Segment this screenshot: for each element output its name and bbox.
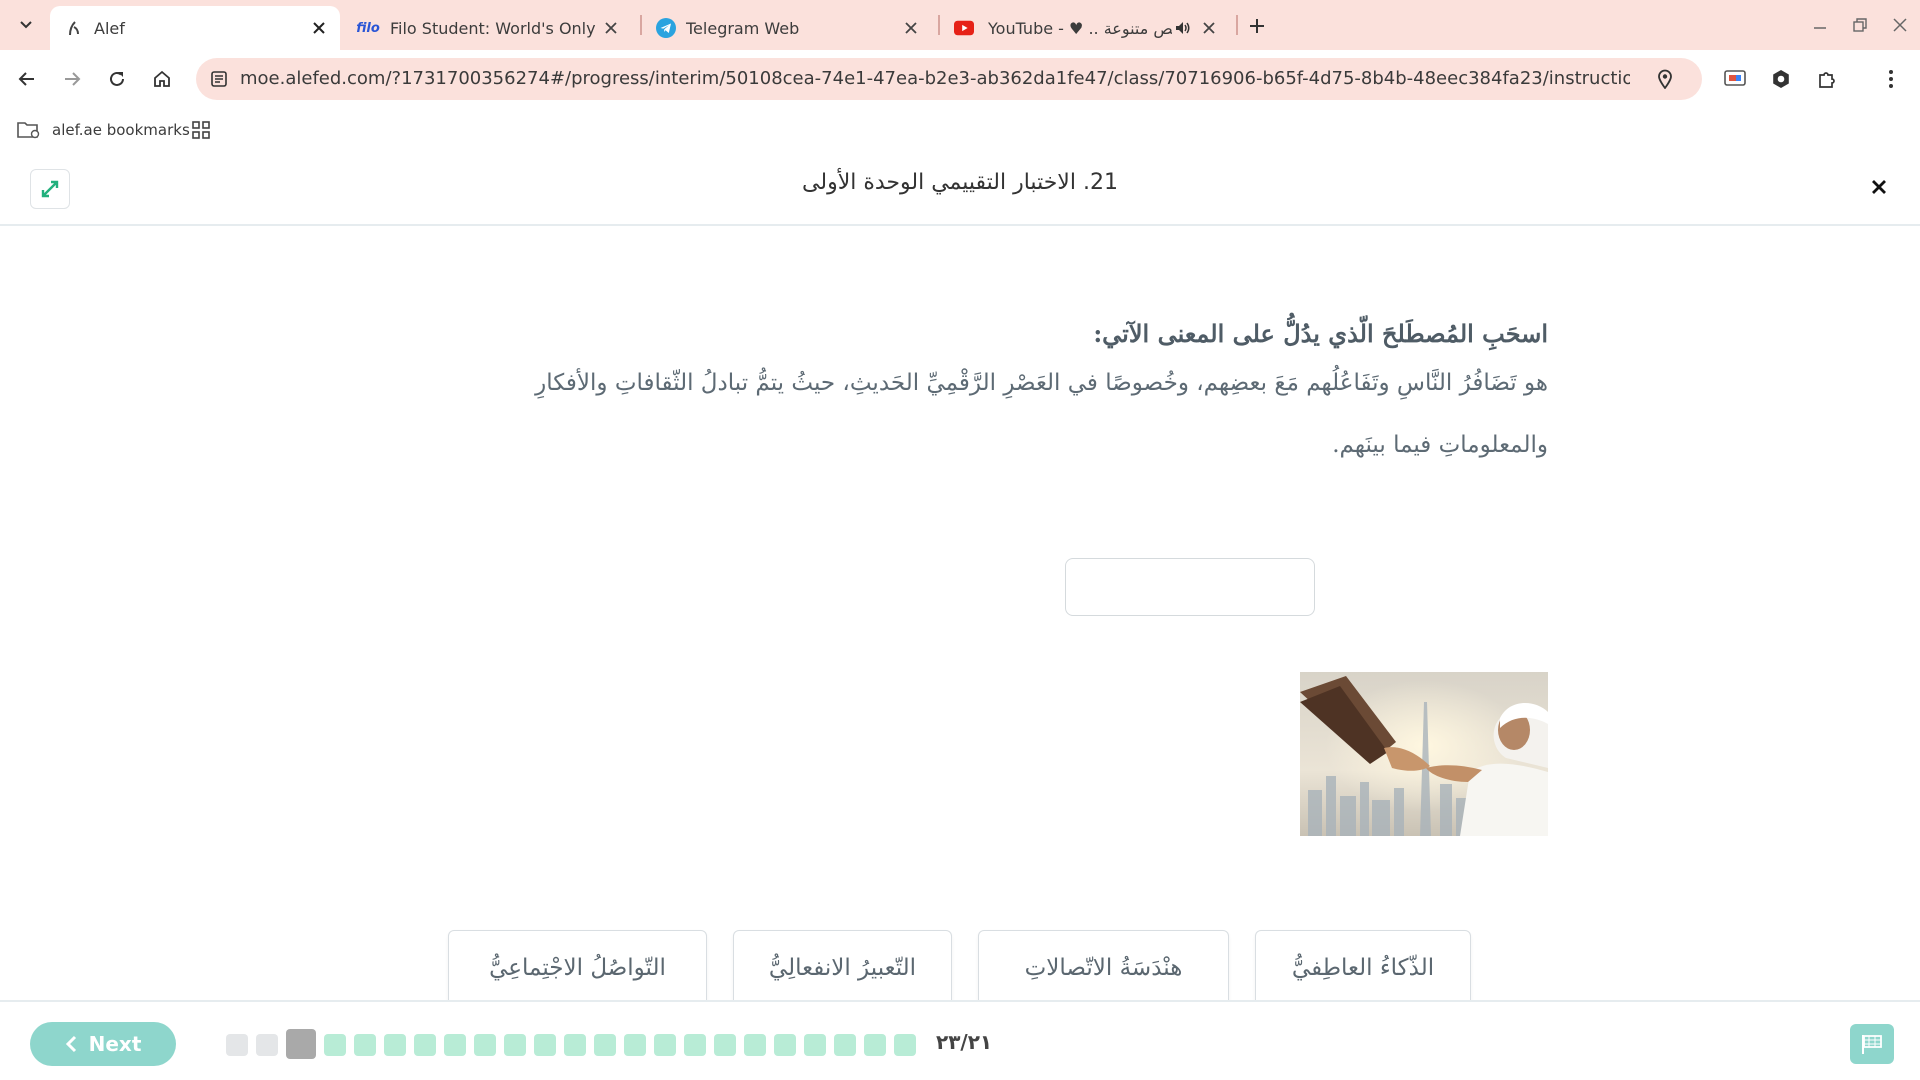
progress-dot-5[interactable] bbox=[774, 1034, 796, 1056]
bookmarks-bar: alef.ae bookmarks bbox=[0, 108, 1920, 152]
choice-card[interactable]: التّواصُلُ الاجْتِماعِيُّ bbox=[448, 930, 707, 1006]
progress-dot-3[interactable] bbox=[834, 1034, 856, 1056]
home-button[interactable] bbox=[145, 62, 179, 96]
home-icon bbox=[154, 70, 170, 87]
progress-dot-16[interactable] bbox=[444, 1034, 466, 1056]
back-button[interactable] bbox=[10, 62, 44, 96]
filo-favicon-icon: filo bbox=[356, 20, 380, 36]
close-tab-icon[interactable] bbox=[308, 17, 330, 39]
choice-card[interactable]: الذّكاءُ العاطِفيُّ bbox=[1255, 930, 1471, 1006]
close-tab-icon[interactable] bbox=[600, 17, 622, 39]
arrow-left-icon bbox=[18, 72, 34, 86]
tab-title: Telegram Web bbox=[686, 18, 800, 38]
progress-dot-10[interactable] bbox=[624, 1034, 646, 1056]
reload-button[interactable] bbox=[100, 62, 134, 96]
progress-counter: ٢٣/٢١ bbox=[936, 1030, 993, 1054]
extension-gear-icon[interactable] bbox=[1766, 64, 1796, 94]
progress-dot-13[interactable] bbox=[534, 1034, 556, 1056]
close-tab-icon[interactable] bbox=[1198, 17, 1220, 39]
restore-button[interactable] bbox=[1846, 12, 1874, 38]
close-lesson-button[interactable] bbox=[1864, 172, 1894, 202]
progress-dot-14[interactable] bbox=[504, 1034, 526, 1056]
tab-alef[interactable]: Alef bbox=[50, 6, 340, 50]
new-tab-button[interactable] bbox=[1244, 13, 1270, 39]
tab-telegram[interactable]: Telegram Web bbox=[642, 6, 932, 50]
choice-card[interactable]: هنْدَسَةُ الاتّصالاتِ bbox=[978, 930, 1229, 1006]
youtube-favicon-icon bbox=[954, 18, 974, 38]
question-block: اسحَبِ المُصطَلحَ الّذي يدُلُّ على المعن… bbox=[448, 310, 1548, 470]
tab-search-button[interactable] bbox=[10, 9, 41, 40]
chevron-down-icon bbox=[19, 20, 32, 28]
browser-toolbar: moe.alefed.com/?1731700356274#/progress/… bbox=[0, 50, 1920, 108]
question-text-line-2: والمعلوماتِ فيما بينَهم. bbox=[1332, 432, 1548, 458]
progress-dot-8[interactable] bbox=[684, 1034, 706, 1056]
tab-youtube[interactable]: YouTube - ♥ .. قصص متنوعة bbox=[940, 6, 1230, 50]
site-info-icon[interactable] bbox=[206, 66, 232, 92]
arrow-right-icon bbox=[65, 72, 81, 86]
bookmark-label: alef.ae bookmarks bbox=[52, 121, 190, 139]
chevron-left-icon bbox=[65, 1035, 77, 1053]
reload-icon bbox=[110, 71, 124, 86]
apps-grid-icon[interactable] bbox=[190, 119, 212, 141]
bookmark-folder[interactable]: alef.ae bookmarks bbox=[16, 116, 190, 144]
progress-dot-17[interactable] bbox=[414, 1034, 436, 1056]
tab-filo[interactable]: filo Filo Student: World's Only Live I bbox=[342, 6, 632, 50]
progress-dot-7[interactable] bbox=[714, 1034, 736, 1056]
restore-icon bbox=[1853, 18, 1867, 32]
tab-separator bbox=[1236, 15, 1238, 35]
address-bar[interactable]: moe.alefed.com/?1731700356274#/progress/… bbox=[196, 58, 1702, 100]
next-label: Next bbox=[88, 1032, 142, 1056]
flag-icon bbox=[1862, 1035, 1882, 1054]
lesson-footer: Next ٢٣/٢١ bbox=[0, 1000, 1920, 1080]
lesson-page: 21. الاختبار التقييمي الوحدة الأولى اسحَ… bbox=[0, 152, 1920, 1080]
progress-dot-1[interactable] bbox=[894, 1034, 916, 1056]
alef-favicon-icon bbox=[64, 18, 84, 38]
answer-choices: الذّكاءُ العاطِفيُّ هنْدَسَةُ الاتّصالات… bbox=[0, 930, 1920, 1006]
close-tab-icon[interactable] bbox=[900, 17, 922, 39]
progress-dot-9[interactable] bbox=[654, 1034, 676, 1056]
progress-dot-19[interactable] bbox=[354, 1034, 376, 1056]
tab-title: Filo Student: World's Only Live I bbox=[390, 18, 600, 38]
forward-button[interactable] bbox=[55, 62, 89, 96]
progress-dot-12[interactable] bbox=[564, 1034, 586, 1056]
progress-dot-2[interactable] bbox=[864, 1034, 886, 1056]
next-button[interactable]: Next bbox=[30, 1022, 176, 1066]
progress-dot-23[interactable] bbox=[226, 1034, 248, 1056]
tab-title: Alef bbox=[94, 18, 125, 38]
finish-flag-button[interactable] bbox=[1850, 1024, 1894, 1064]
progress-dot-22[interactable] bbox=[256, 1034, 278, 1056]
audio-playing-icon[interactable] bbox=[1172, 17, 1194, 39]
url-text[interactable]: moe.alefed.com/?1731700356274#/progress/… bbox=[240, 58, 1630, 100]
progress-dot-18[interactable] bbox=[384, 1034, 406, 1056]
progress-dot-6[interactable] bbox=[744, 1034, 766, 1056]
folder-icon bbox=[16, 119, 42, 141]
close-window-button[interactable] bbox=[1886, 12, 1914, 38]
progress-dot-21[interactable] bbox=[286, 1029, 316, 1059]
progress-dot-4[interactable] bbox=[804, 1034, 826, 1056]
progress-dot-20[interactable] bbox=[324, 1034, 346, 1056]
question-image bbox=[1300, 672, 1548, 836]
plus-icon bbox=[1250, 19, 1264, 33]
extensions-puzzle-icon[interactable] bbox=[1812, 64, 1842, 94]
question-prompt: اسحَبِ المُصطَلحَ الّذي يدُلُّ على المعن… bbox=[1093, 319, 1548, 348]
telegram-favicon-icon bbox=[656, 18, 676, 38]
question-text-line-1: هو تَضَافُرُ النَّاسِ وتَفَاعُلُهم مَعَ … bbox=[535, 370, 1548, 396]
location-pin-icon[interactable] bbox=[1652, 66, 1678, 92]
cast-extension-icon[interactable] bbox=[1720, 64, 1750, 94]
progress-dot-15[interactable] bbox=[474, 1034, 496, 1056]
answer-drop-slot[interactable] bbox=[1065, 558, 1315, 616]
close-icon bbox=[1872, 180, 1886, 194]
lesson-header: 21. الاختبار التقييمي الوحدة الأولى bbox=[0, 152, 1920, 226]
progress-dot-11[interactable] bbox=[594, 1034, 616, 1056]
choice-card[interactable]: التّعبيرُ الانفعالِيُّ bbox=[733, 930, 952, 1006]
minimize-icon bbox=[1814, 27, 1826, 29]
tab-title: YouTube - ♥ .. قصص متنوعة bbox=[988, 18, 1172, 38]
close-icon bbox=[1893, 18, 1907, 32]
browser-tabstrip: Alef filo Filo Student: World's Only Liv… bbox=[0, 0, 1920, 50]
lesson-title: 21. الاختبار التقييمي الوحدة الأولى bbox=[802, 170, 1118, 195]
browser-menu-icon[interactable] bbox=[1876, 64, 1906, 94]
minimize-button[interactable] bbox=[1806, 12, 1834, 38]
